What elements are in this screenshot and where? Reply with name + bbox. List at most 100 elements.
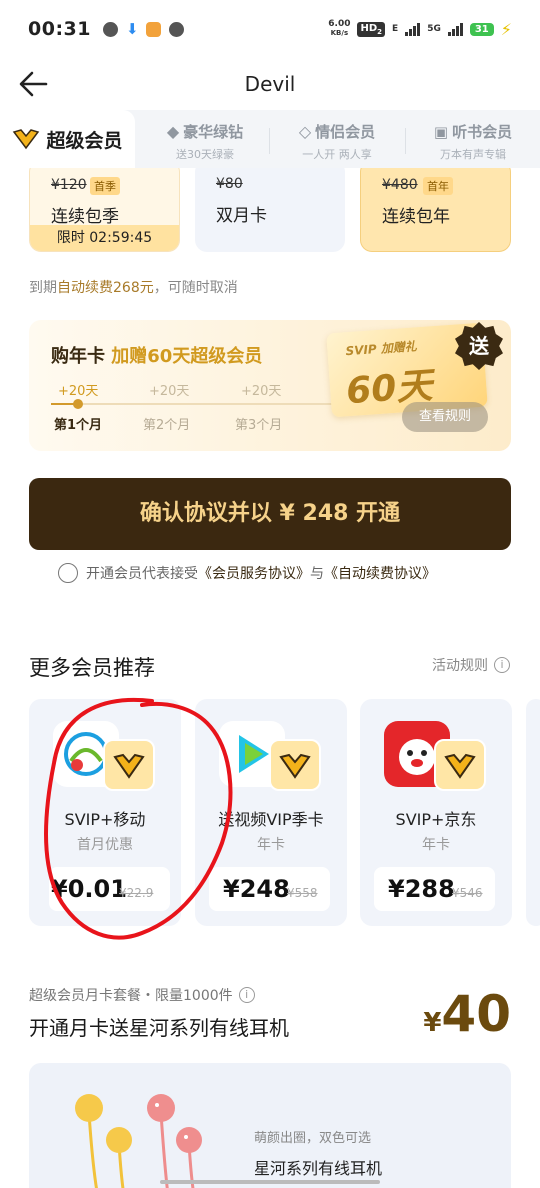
gift-title: SVIP 加赠礼 (345, 339, 418, 359)
tab-label: 情侣会员 (315, 123, 376, 141)
activity-rules-link[interactable]: 活动规则 i (432, 655, 510, 675)
product-name: 星河系列有线耳机 (254, 1159, 383, 1178)
card-name: 送视频VIP季卡 (218, 810, 324, 829)
message-icon (168, 21, 184, 37)
card-orig-price: ¥22.9 (119, 886, 154, 900)
agreement-row: 开通会员代表接受 《会员服务协议》与《自动续费协议》 (58, 563, 436, 583)
bundle-subtitle: 超级会员月卡套餐・限量1000件 i (29, 985, 255, 1005)
hd-icon: HD2 (357, 21, 386, 37)
globe-icon (102, 21, 118, 37)
status-right: 6.00 KB/s HD2 E 5G 31 ⚡ (328, 20, 512, 39)
autorenew-agreement-link[interactable]: 《自动续费协议》 (324, 563, 436, 583)
charging-icon: ⚡ (500, 19, 512, 39)
original-price: ¥80 (216, 176, 243, 192)
info-icon[interactable]: i (238, 987, 255, 1003)
autorenew-note: 到期自动续费268元，可随时取消 (29, 280, 238, 296)
card-sub: 首月优惠 (77, 837, 133, 853)
net-speed: 6.00 KB/s (328, 19, 351, 38)
confirm-purchase-button[interactable]: 确认协议并以 ¥ 248 开通 (29, 478, 511, 550)
svip-badge-icon (269, 739, 321, 791)
recommend-card-video[interactable]: 送视频VIP季卡 年卡 ¥248 ¥558 (195, 699, 347, 926)
status-bar: 00:31 ⬇ 6.00 KB/s HD2 E 5G 31 ⚡ (0, 0, 540, 58)
earphones-image (75, 1094, 202, 1188)
e-label: E (392, 24, 399, 34)
view-rules-button[interactable]: 查看规则 (402, 402, 488, 432)
price-cards: ¥120 首季 连续包季 限时 02:59:45 ¥80 双月卡 ¥480 首年… (0, 168, 540, 260)
step-label: 第2个月 (143, 418, 191, 433)
download-icon: ⬇ (125, 19, 139, 38)
price-card-quarterly[interactable]: ¥120 首季 连续包季 限时 02:59:45 (29, 168, 180, 252)
status-time: 00:31 (28, 18, 91, 40)
tab-couple-member[interactable]: ◇ 情侣会员 一人开 两人享 (282, 110, 392, 168)
tab-sub: 一人开 两人享 (302, 148, 372, 161)
header: Devil (0, 58, 540, 110)
battery-icon: 31 (469, 22, 494, 36)
price-box: ¥288 ¥546 (374, 867, 495, 911)
promo-headline: 购年卡 加赠60天超级会员 (51, 346, 263, 367)
original-price: ¥120 (51, 177, 87, 193)
card-orig-price: ¥558 (287, 886, 318, 900)
price-box: ¥248 ¥558 (209, 867, 330, 911)
app-icon (145, 21, 161, 37)
countdown-timer: 限时 02:59:45 (30, 225, 179, 251)
card-price: ¥248 (223, 875, 290, 903)
earphone-product-card[interactable]: 萌颜出圈，双色可选 星河系列有线耳机 (29, 1063, 511, 1188)
tab-audiobook-member[interactable]: ▣ 听书会员 万本有声专辑 (418, 110, 528, 168)
tab-label: 豪华绿钻 (183, 123, 244, 141)
tab-super-member[interactable]: 超级会员 (0, 110, 135, 168)
price-box: ¥0.01 ¥22.9 (49, 867, 170, 911)
agreement-text: 开通会员代表接受 (86, 566, 198, 582)
card-price: ¥0.01 (51, 875, 127, 903)
bundle-title: 开通月卡送星河系列有线耳机 (29, 1016, 289, 1040)
agreement-and: 与 (310, 566, 324, 582)
plan-name: 双月卡 (216, 206, 267, 226)
tab-label: 听书会员 (452, 123, 513, 141)
5g-label: 5G (427, 24, 441, 34)
step-label: 第3个月 (235, 418, 283, 433)
tab-divider (405, 128, 406, 154)
svip-diamond-icon (13, 129, 40, 150)
price-card-yearly[interactable]: ¥480 首年 连续包年 (360, 168, 511, 252)
green-diamond-icon: ◆ (166, 122, 180, 141)
step-label: 第1个月 (54, 418, 103, 433)
card-sub: 年卡 (422, 837, 450, 853)
recommend-card-mobile[interactable]: SVIP+移动 首月优惠 ¥0.01 ¥22.9 (29, 699, 181, 926)
recommend-card-partial[interactable] (526, 699, 540, 926)
plan-name: 连续包年 (382, 207, 450, 227)
bundle-price: ¥40 (423, 985, 511, 1043)
tab-luxury-green-diamond[interactable]: ◆ 豪华绿钻 送30天绿豪 (150, 110, 260, 168)
original-price: ¥480 (382, 177, 418, 193)
service-agreement-link[interactable]: 《会员服务协议》 (198, 563, 310, 583)
tab-divider (269, 128, 270, 154)
card-name: SVIP+移动 (64, 810, 146, 829)
progress-track (51, 403, 341, 405)
card-name: SVIP+京东 (395, 810, 477, 829)
recommend-card-jd[interactable]: SVIP+京东 年卡 ¥288 ¥546 (360, 699, 512, 926)
tab-label: 超级会员 (46, 129, 123, 152)
price-card-bimonthly[interactable]: ¥80 双月卡 (195, 168, 345, 252)
plan-name: 连续包季 (51, 207, 119, 227)
card-price: ¥288 (388, 875, 455, 903)
first-period-tag: 首年 (423, 177, 453, 195)
product-description: 萌颜出圈，双色可选 (254, 1131, 372, 1146)
svip-badge-icon (103, 739, 155, 791)
step-amount: +20天 (58, 384, 99, 399)
tab-sub: 万本有声专辑 (440, 148, 506, 161)
page-title: Devil (244, 72, 296, 96)
card-sub: 年卡 (257, 837, 285, 853)
notification-icons: ⬇ (102, 19, 184, 38)
annual-bonus-banner: 购年卡 加赠60天超级会员 +20天 +20天 +20天 第1个月 第2个月 第… (29, 320, 511, 451)
signal-icon (405, 22, 421, 36)
agreement-checkbox[interactable] (58, 563, 78, 583)
audiobook-icon: ▣ (433, 122, 449, 141)
home-indicator[interactable] (160, 1180, 380, 1184)
membership-tabs: 超级会员 ◆ 豪华绿钻 送30天绿豪 ◇ 情侣会员 一人开 两人享 ▣ 听书会员 万本… (0, 110, 540, 168)
more-recommend-title: 更多会员推荐 (29, 656, 155, 680)
svip-badge-icon (434, 739, 486, 791)
first-period-tag: 首季 (90, 177, 120, 195)
info-icon: i (494, 657, 510, 673)
progress-dot (73, 399, 83, 409)
step-amount: +20天 (241, 384, 282, 399)
signal-icon-2 (447, 22, 463, 36)
couple-diamond-icon: ◇ (298, 122, 312, 141)
